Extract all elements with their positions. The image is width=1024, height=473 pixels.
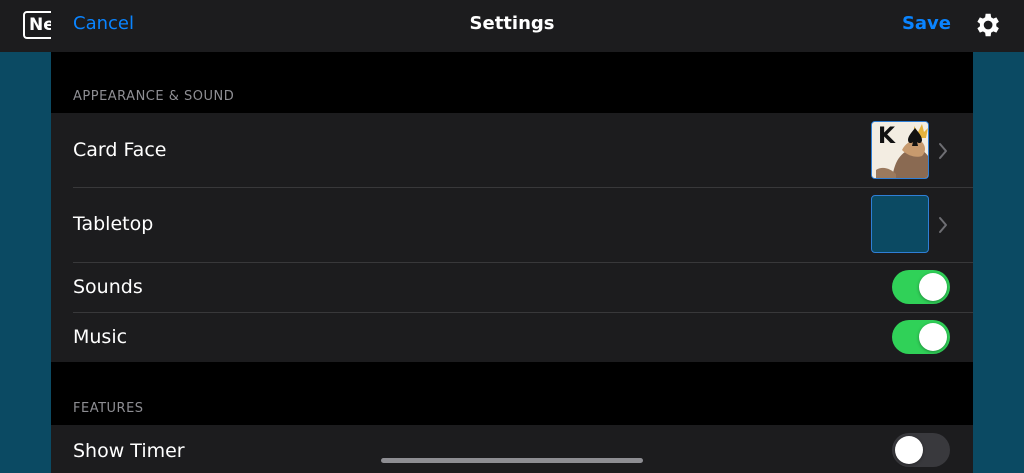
settings-navbar: Cancel Settings Save (51, 0, 973, 52)
page-title: Settings (469, 13, 555, 34)
show-timer-label: Show Timer (73, 440, 185, 462)
card-face-preview: K (871, 121, 929, 179)
show-timer-row: Show Timer (51, 425, 973, 473)
features-group: Show Timer (51, 425, 973, 473)
tabletop-label: Tabletop (73, 213, 154, 235)
card-rank-label: K (878, 124, 896, 149)
music-label: Music (73, 326, 128, 348)
sounds-toggle[interactable] (892, 270, 950, 304)
tabletop-row[interactable]: Tabletop (51, 188, 973, 262)
card-face-row[interactable]: Card Face K (51, 113, 973, 187)
section-header-features: FEATURES (73, 401, 144, 416)
sounds-label: Sounds (73, 276, 143, 298)
toggle-knob (919, 323, 947, 351)
chevron-right-icon (939, 143, 947, 159)
chevron-right-icon (939, 217, 947, 233)
toggle-knob (895, 436, 923, 464)
music-row: Music (51, 313, 973, 362)
appearance-group: Card Face K Tabletop Sounds Music (51, 113, 973, 362)
gear-icon[interactable] (972, 10, 1002, 40)
toggle-knob (919, 273, 947, 301)
save-button[interactable]: Save (902, 13, 951, 34)
music-toggle[interactable] (892, 320, 950, 354)
section-header-appearance: APPEARANCE & SOUND (73, 89, 235, 104)
tabletop-color-swatch (871, 195, 929, 253)
home-indicator (381, 458, 643, 463)
sounds-row: Sounds (51, 263, 973, 312)
show-timer-toggle[interactable] (892, 433, 950, 467)
settings-sheet: Cancel Settings Save APPEARANCE & SOUND … (51, 0, 973, 473)
card-face-label: Card Face (73, 139, 167, 161)
